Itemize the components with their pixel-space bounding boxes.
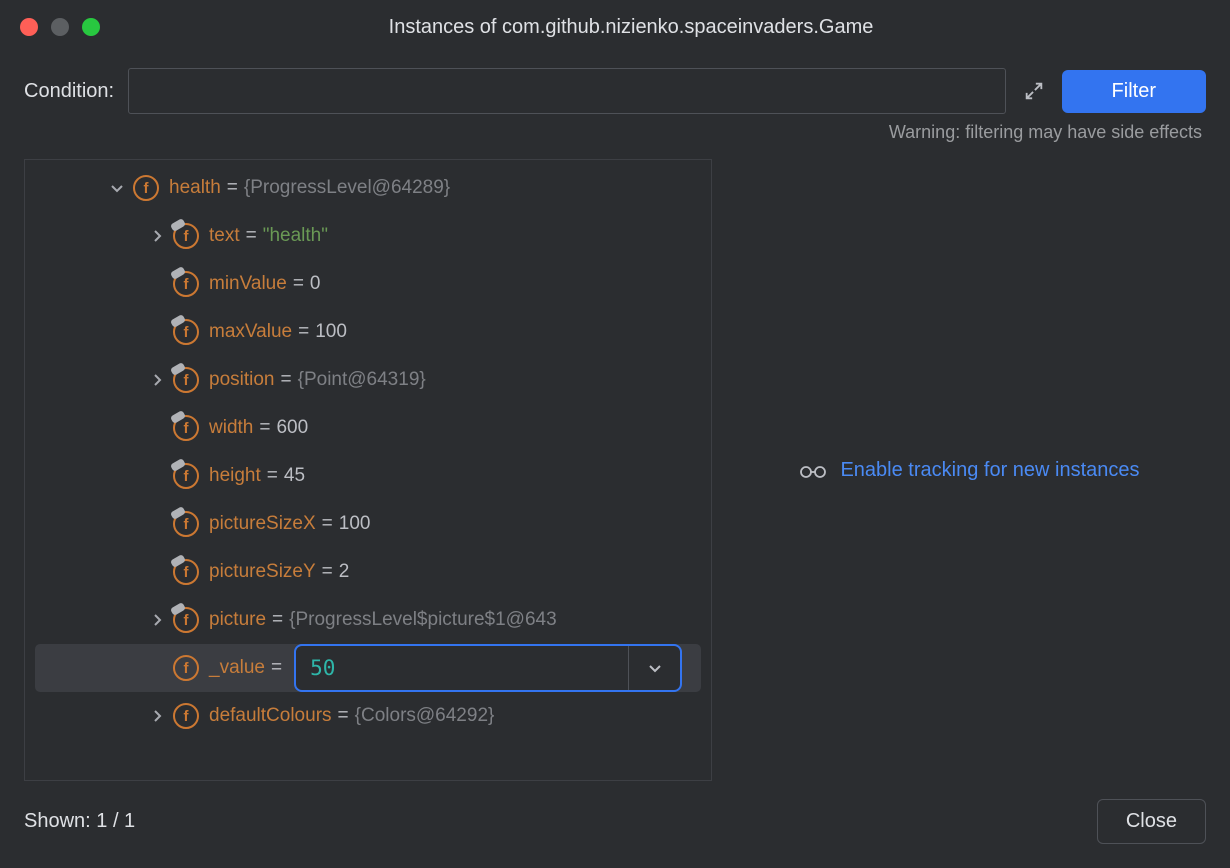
field-value: "health" [263, 225, 328, 247]
close-button[interactable]: Close [1097, 799, 1206, 844]
field-name: text [209, 225, 240, 247]
tree-panel[interactable]: f health = {ProgressLevel@64289} f text … [24, 159, 712, 781]
tree-row-text[interactable]: f text = "health" [25, 212, 711, 260]
field-name: defaultColours [209, 705, 332, 727]
chevron-right-icon[interactable] [145, 224, 169, 248]
chevron-down-icon[interactable] [105, 176, 129, 200]
window-zoom-icon[interactable] [82, 18, 100, 36]
glasses-icon [798, 461, 828, 479]
tree-row-width[interactable]: f width = 600 [25, 404, 711, 452]
tree-row-value-selected[interactable]: f _value = [35, 644, 701, 692]
field-name: pictureSizeX [209, 513, 316, 535]
field-icon: f [173, 271, 199, 297]
field-icon: f [133, 175, 159, 201]
window-title: Instances of com.github.nizienko.spacein… [100, 16, 1212, 39]
warning-text: Warning: filtering may have side effects [0, 116, 1230, 153]
filter-button[interactable]: Filter [1062, 70, 1206, 113]
field-icon: f [173, 463, 199, 489]
field-value: {ProgressLevel@64289} [244, 177, 450, 199]
chevron-right-icon[interactable] [145, 608, 169, 632]
field-icon: f [173, 703, 199, 729]
tree-row-maxvalue[interactable]: f maxValue = 100 [25, 308, 711, 356]
field-value: 2 [339, 561, 350, 583]
tree-row-height[interactable]: f height = 45 [25, 452, 711, 500]
tree-row-health[interactable]: f health = {ProgressLevel@64289} [25, 164, 711, 212]
field-icon: f [173, 319, 199, 345]
tree-row-picture[interactable]: f picture = {ProgressLevel$picture$1@643 [25, 596, 711, 644]
field-name: health [169, 177, 221, 199]
field-name: _value [209, 657, 265, 679]
value-input[interactable] [296, 656, 628, 680]
field-name: maxValue [209, 321, 292, 343]
shown-count: Shown: 1 / 1 [24, 810, 135, 833]
field-name: position [209, 369, 275, 391]
field-name: pictureSizeY [209, 561, 316, 583]
field-icon: f [173, 415, 199, 441]
tracking-link-text: Enable tracking for new instances [840, 459, 1139, 482]
tree-row-minvalue[interactable]: f minValue = 0 [25, 260, 711, 308]
field-icon: f [173, 559, 199, 585]
expand-icon[interactable] [1020, 77, 1048, 105]
field-value: 100 [315, 321, 347, 343]
field-icon: f [173, 511, 199, 537]
window-minimize-icon[interactable] [51, 18, 69, 36]
tree-row-picturesizex[interactable]: f pictureSizeX = 100 [25, 500, 711, 548]
field-icon: f [173, 367, 199, 393]
field-value: {Point@64319} [298, 369, 426, 391]
enable-tracking-link[interactable]: Enable tracking for new instances [798, 459, 1139, 482]
tree-row-defaultcolours[interactable]: f defaultColours = {Colors@64292} [25, 692, 711, 740]
field-name: height [209, 465, 261, 487]
field-icon: f [173, 607, 199, 633]
field-value: 45 [284, 465, 305, 487]
field-value: {Colors@64292} [355, 705, 495, 727]
window-close-icon[interactable] [20, 18, 38, 36]
field-icon: f [173, 223, 199, 249]
chevron-down-icon[interactable] [628, 646, 680, 690]
field-name: picture [209, 609, 266, 631]
condition-input[interactable] [128, 68, 1005, 114]
chevron-right-icon[interactable] [145, 368, 169, 392]
field-name: minValue [209, 273, 287, 295]
condition-label: Condition: [24, 80, 114, 103]
field-value: 100 [339, 513, 371, 535]
field-name: width [209, 417, 253, 439]
value-editor[interactable] [294, 644, 682, 692]
field-value: 0 [310, 273, 321, 295]
field-value: 600 [276, 417, 308, 439]
field-value: {ProgressLevel$picture$1@643 [289, 609, 557, 631]
chevron-right-icon[interactable] [145, 704, 169, 728]
tree-row-position[interactable]: f position = {Point@64319} [25, 356, 711, 404]
tree-row-picturesizey[interactable]: f pictureSizeY = 2 [25, 548, 711, 596]
field-icon: f [173, 655, 199, 681]
